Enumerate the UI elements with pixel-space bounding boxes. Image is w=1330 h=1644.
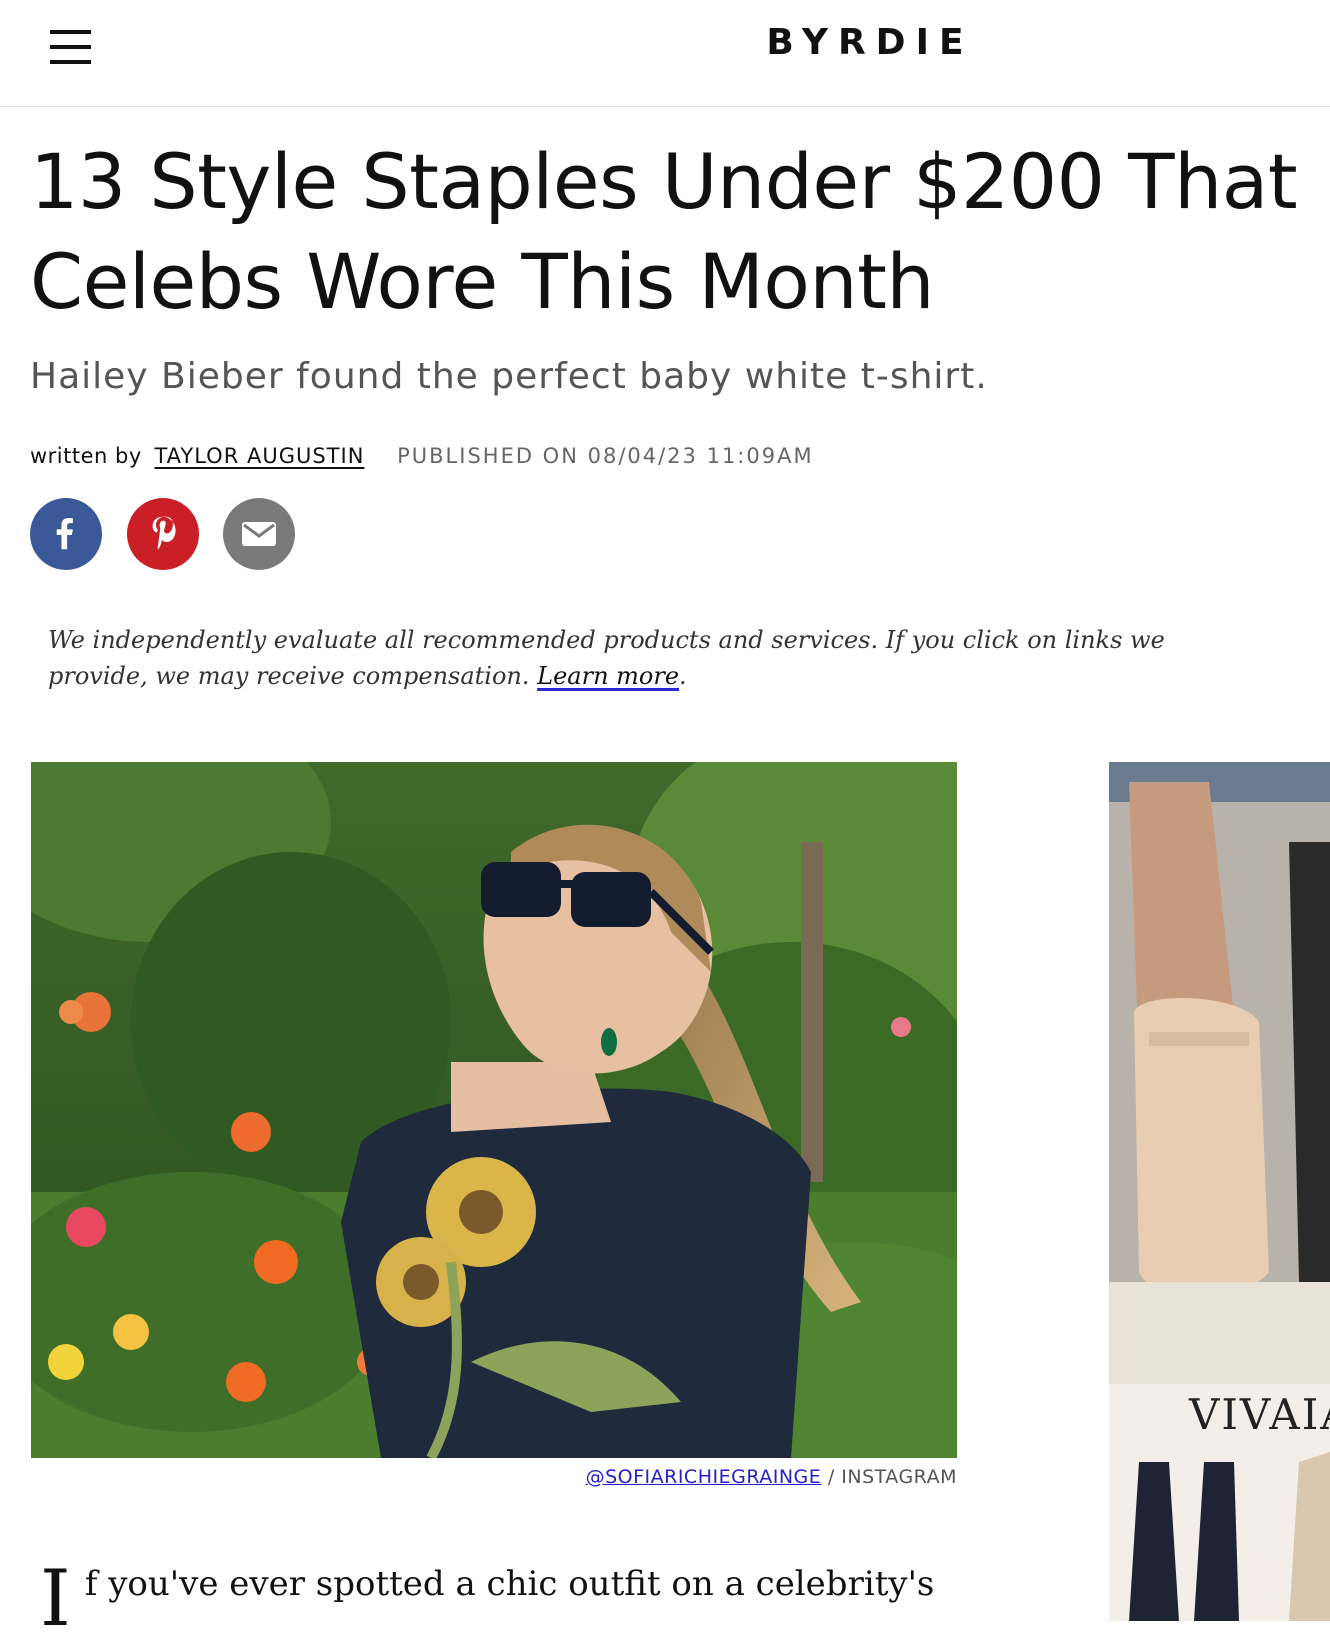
- image-caption: @SOFIARICHIEGRAINGE / INSTAGRAM: [31, 1466, 957, 1488]
- email-share-button[interactable]: [223, 498, 295, 570]
- sidebar-ad[interactable]: VIVAIA: [1109, 762, 1330, 1621]
- byline: written by TAYLOR AUGUSTIN PUBLISHED ON …: [30, 444, 814, 474]
- learn-more-link[interactable]: Learn more: [537, 662, 679, 690]
- body-first-line: f you've ever spotted a chic outfit on a…: [84, 1564, 935, 1604]
- hamburger-menu-icon[interactable]: [50, 28, 92, 66]
- article-subtitle: Hailey Bieber found the perfect baby whi…: [30, 356, 988, 397]
- article-body: If you've ever spotted a chic outfit on …: [40, 1560, 940, 1638]
- publish-date: PUBLISHED ON 08/04/23 11:09AM: [397, 444, 814, 468]
- caption-source: / INSTAGRAM: [821, 1466, 957, 1488]
- affiliate-disclaimer: We independently evaluate all recommende…: [48, 622, 1248, 694]
- title-line-1: 13 Style Staples Under $200 That: [30, 137, 1298, 226]
- facebook-share-button[interactable]: [30, 498, 102, 570]
- pinterest-share-button[interactable]: [127, 498, 199, 570]
- email-icon: [242, 522, 276, 546]
- article-title: 13 Style Staples Under $200 That Celebs W…: [30, 132, 1330, 332]
- site-logo[interactable]: BYRDIE: [700, 22, 1040, 63]
- hero-image: [31, 762, 957, 1458]
- ad-shoes-illustration: [1109, 762, 1330, 1621]
- ad-brand: VIVAIA: [1189, 1390, 1330, 1439]
- author-link[interactable]: TAYLOR AUGUSTIN: [154, 444, 364, 468]
- facebook-icon: [56, 517, 73, 550]
- pinterest-icon: [152, 516, 176, 550]
- title-line-2: Celebs Wore This Month: [30, 237, 935, 326]
- instagram-handle-link[interactable]: @SOFIARICHIEGRAINGE: [586, 1466, 822, 1488]
- byline-prefix: written by: [30, 444, 142, 468]
- hero-photo-illustration: [31, 762, 957, 1458]
- site-header: BYRDIE: [0, 0, 1330, 107]
- drop-cap: I: [40, 1554, 71, 1644]
- disclaimer-period: .: [679, 662, 687, 690]
